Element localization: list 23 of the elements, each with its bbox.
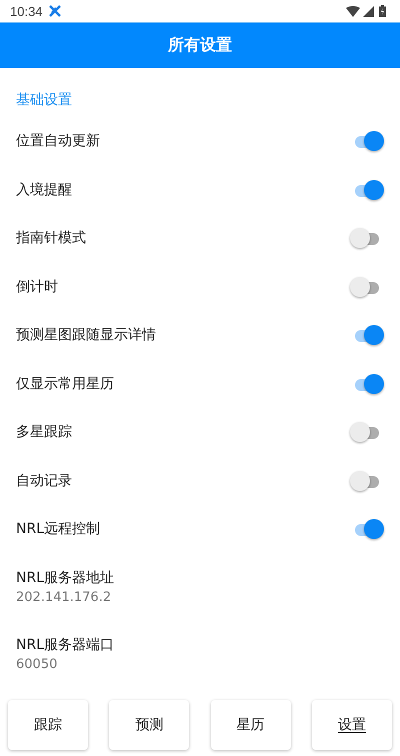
setting-value: 202.141.176.2 bbox=[16, 590, 112, 605]
nav-button[interactable]: 星历 bbox=[210, 700, 291, 750]
setting-label: NRL服务器地址 bbox=[16, 569, 115, 587]
setting-label: 自动记录 bbox=[16, 472, 73, 490]
setting-label: 倒计时 bbox=[16, 278, 59, 296]
setting-label: 入境提醒 bbox=[16, 180, 73, 199]
clock: 10:34 bbox=[10, 4, 43, 18]
signal-icon bbox=[363, 6, 374, 16]
setting-label: 位置自动更新 bbox=[16, 132, 101, 150]
setting-label: NRL远程控制 bbox=[16, 520, 101, 538]
battery-icon bbox=[379, 5, 386, 17]
setting-label: 预测星图跟随显示详情 bbox=[16, 326, 157, 344]
nav-button[interactable]: 预测 bbox=[109, 700, 190, 750]
setting-value: 60050 bbox=[16, 657, 58, 672]
wifi-icon bbox=[346, 6, 360, 16]
nav-button[interactable]: 跟踪 bbox=[8, 700, 88, 750]
setting-label: 仅显示常用星历 bbox=[16, 374, 115, 393]
page-title: 所有设置 bbox=[168, 35, 232, 56]
setting-label: 指南针模式 bbox=[16, 229, 87, 248]
setting-label: 多星跟踪 bbox=[16, 423, 73, 442]
section-title: 基础设置 bbox=[16, 91, 73, 110]
setting-label: NRL服务器端口 bbox=[16, 636, 115, 654]
nav-button[interactable]: 设置 bbox=[312, 700, 392, 750]
